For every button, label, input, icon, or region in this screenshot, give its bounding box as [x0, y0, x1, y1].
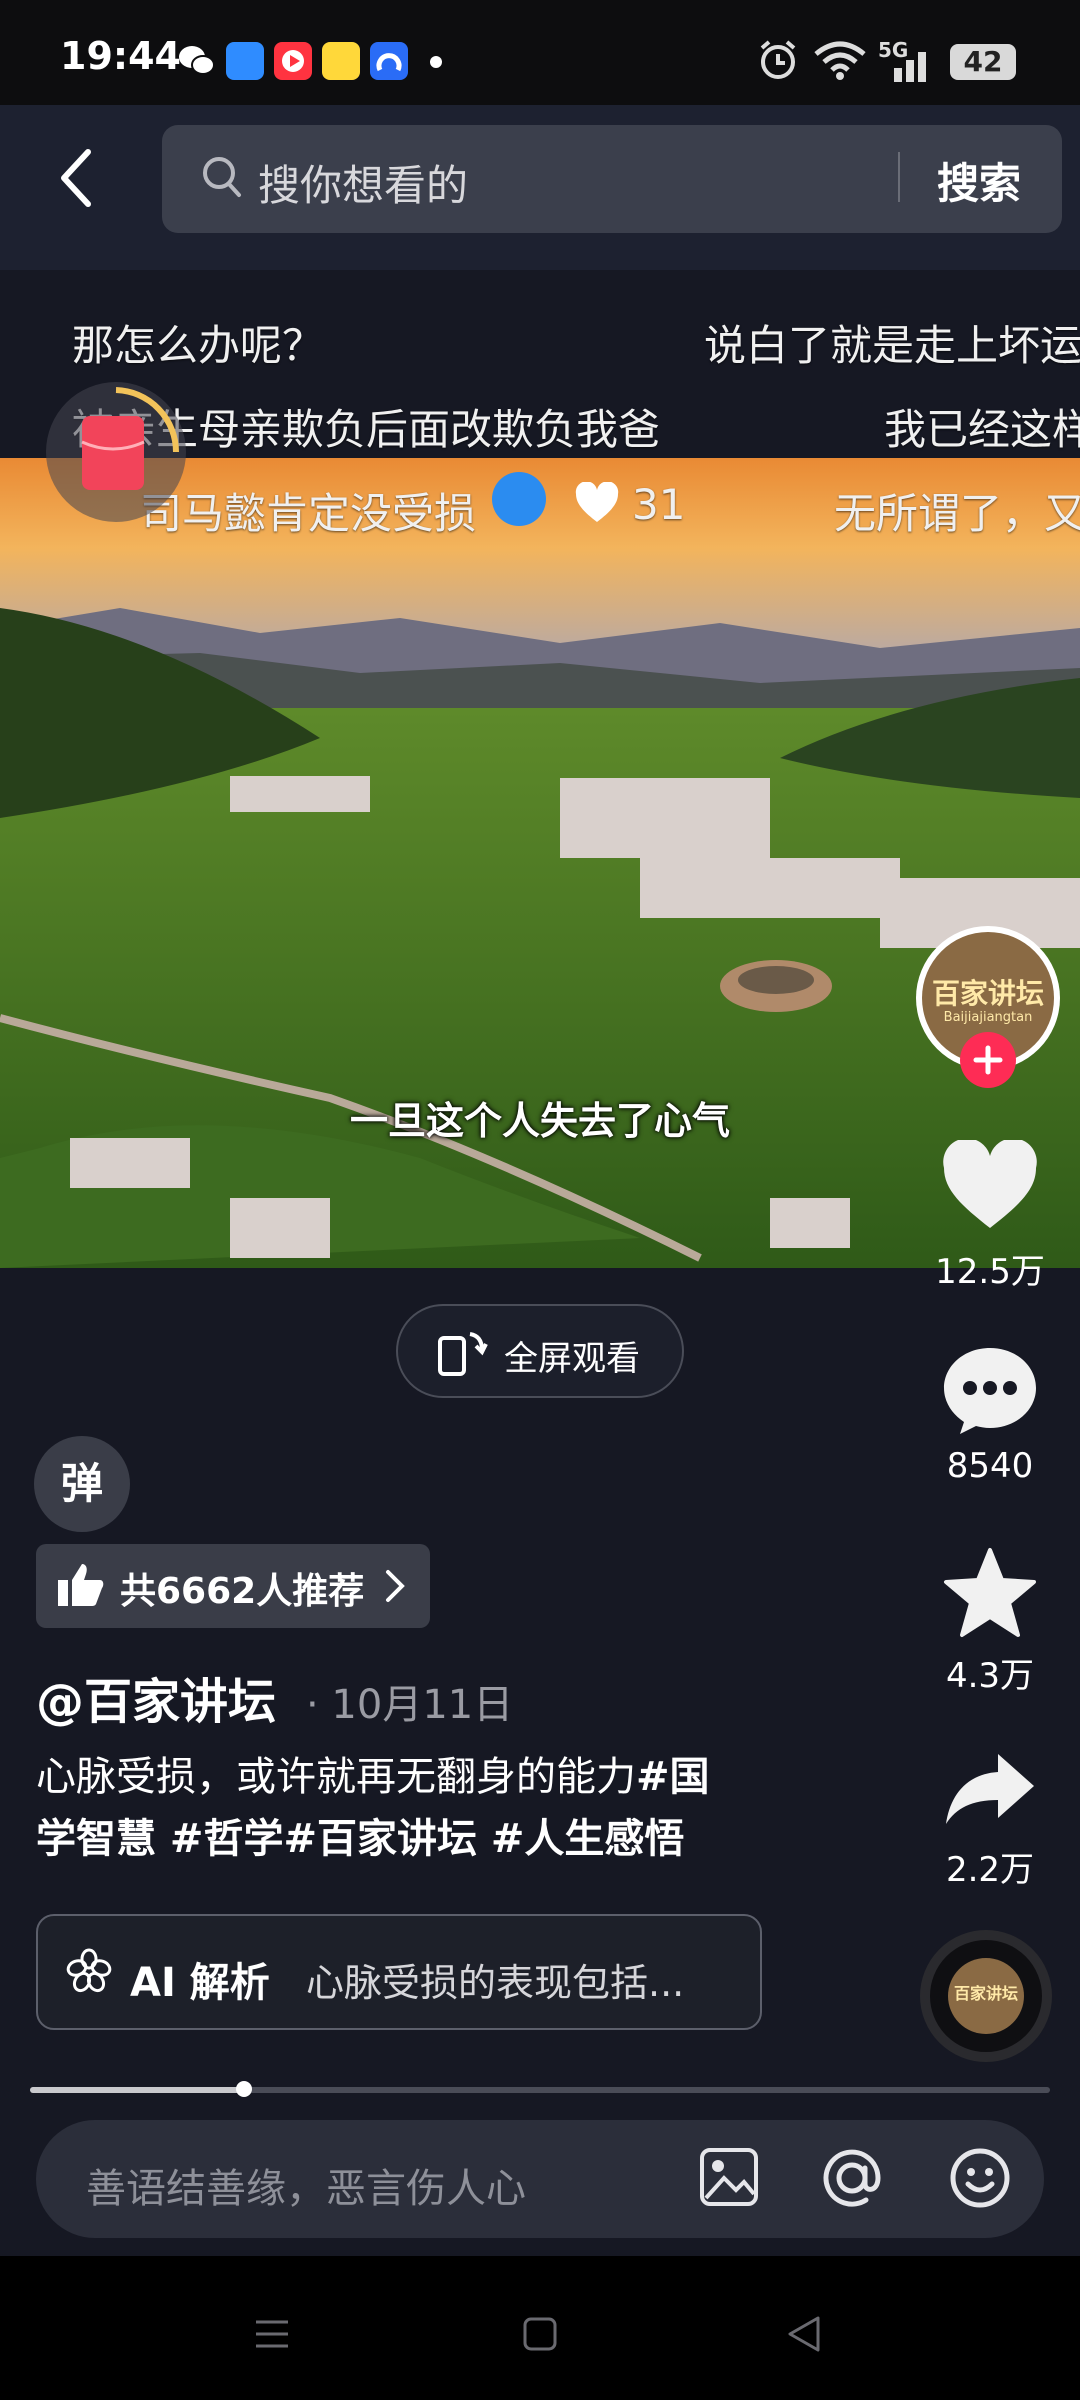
- progress-handle[interactable]: [236, 2081, 253, 2097]
- comment-count: 8540: [946, 1446, 1034, 1486]
- back-nav-icon[interactable]: [784, 2314, 824, 2358]
- danmaku-item: 说白了就是走上坏运: [704, 321, 1080, 370]
- menu-nav-icon[interactable]: [252, 2314, 292, 2358]
- wechat-icon: [178, 44, 216, 82]
- wifi-icon: [814, 40, 866, 84]
- back-button[interactable]: [56, 148, 96, 208]
- red-packet-button[interactable]: [46, 382, 186, 522]
- like-button[interactable]: [940, 1138, 1040, 1236]
- danmaku-item: 无所谓了，又: [834, 489, 1080, 538]
- search-placeholder: 搜你想看的: [258, 161, 469, 210]
- like-count: 12.5万: [935, 1252, 1045, 1292]
- rotate-screen-icon: [436, 1326, 488, 1382]
- battery-icon: 42: [950, 44, 1016, 80]
- recommend-label: 共6662人推荐: [120, 1571, 365, 1612]
- danmaku-toggle-button[interactable]: 弹: [34, 1436, 130, 1532]
- music-disc-button[interactable]: 百家讲坛: [920, 1930, 1052, 2062]
- search-divider: [898, 152, 900, 202]
- search-icon: [200, 154, 244, 204]
- search-button[interactable]: 搜索: [937, 150, 1021, 211]
- avatar-text: 百家讲坛: [931, 977, 1044, 1010]
- ai-flower-icon: [66, 1948, 112, 1998]
- image-icon[interactable]: [698, 2146, 760, 2212]
- comment-button[interactable]: [940, 1344, 1040, 1440]
- dot-icon: [430, 56, 442, 68]
- game-app-icon: [322, 42, 360, 80]
- ai-analysis-title: AI 解析: [130, 1960, 270, 2006]
- disc-text: 百家讲坛: [953, 1984, 1018, 2003]
- post-date: · 10月11日: [306, 1682, 514, 1728]
- comment-placeholder: 善语结善缘，恶言伤人心: [86, 2166, 526, 2212]
- fullscreen-label: 全屏观看: [504, 1339, 640, 1379]
- post-description: 心脉受损，或许就再无翻身的能力#国学智慧 #哲学#百家讲坛 #人生感悟: [36, 1746, 816, 1870]
- danmaku-item: 那怎么办呢？: [72, 321, 325, 370]
- follow-plus-button[interactable]: [960, 1032, 1016, 1088]
- emoji-icon: [492, 472, 546, 526]
- hashtags[interactable]: 学智慧 #哲学#百家讲坛 #人生感悟: [36, 1816, 684, 1862]
- description-text: 心脉受损，或许就再无翻身的能力: [36, 1754, 636, 1800]
- map-app-icon: [370, 42, 408, 80]
- alarm-icon: [756, 38, 800, 86]
- emoji-picker-icon[interactable]: [948, 2146, 1012, 2214]
- video-subtitle: 一旦这个人失去了心气: [349, 1099, 730, 1143]
- heart-icon: [574, 481, 620, 528]
- favorite-count: 4.3万: [945, 1656, 1035, 1696]
- ai-analysis-summary: 心脉受损的表现包括...: [306, 1961, 685, 2005]
- home-nav-icon[interactable]: [522, 2316, 558, 2356]
- video-player[interactable]: [0, 458, 1080, 1268]
- video-app-icon: [274, 42, 312, 80]
- danmaku-item: 司马懿肯定没受损: [140, 489, 477, 538]
- share-count: 2.2万: [945, 1850, 1035, 1890]
- browser-icon: [226, 42, 264, 80]
- favorite-button[interactable]: [942, 1546, 1038, 1642]
- author-name[interactable]: @百家讲坛: [36, 1662, 276, 1732]
- mention-icon[interactable]: [820, 2146, 884, 2214]
- status-time: 19:44: [60, 34, 181, 78]
- chevron-right-icon: [384, 1568, 406, 1608]
- danmaku-item: 我已经这样: [884, 405, 1080, 454]
- share-button[interactable]: [942, 1750, 1038, 1830]
- progress-fill: [30, 2087, 245, 2093]
- landscape-video-frame: [0, 458, 1080, 1268]
- hashtag[interactable]: #国: [636, 1754, 710, 1800]
- avatar-subtext: Baijiajiangtan: [943, 1010, 1033, 1025]
- danmaku-like-count: 31: [632, 480, 686, 529]
- signal-icon: [880, 50, 934, 86]
- thumbs-up-icon: [56, 1560, 106, 1612]
